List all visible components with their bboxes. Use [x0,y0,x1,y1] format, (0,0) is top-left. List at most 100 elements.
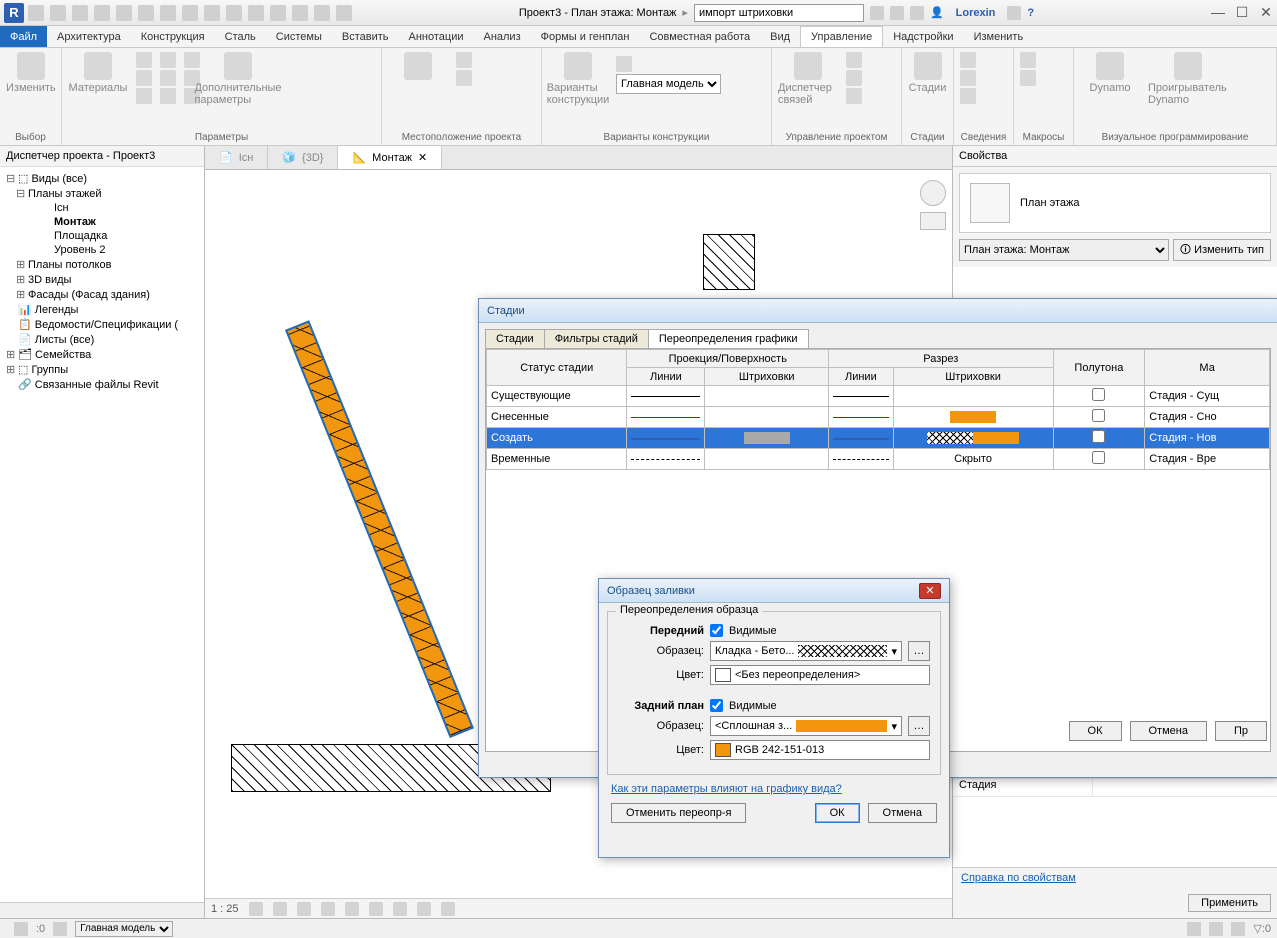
star-icon[interactable] [910,6,924,20]
apply-button[interactable]: Пр [1215,721,1267,741]
maximize-button[interactable]: ☐ [1235,4,1249,21]
phases-button[interactable]: Стадии [908,52,947,94]
navwheel-icon[interactable] [920,180,946,206]
qat-icon[interactable] [138,5,154,21]
sb-icon[interactable] [14,922,28,936]
tab-modify[interactable]: Изменить [964,26,1034,47]
qat-icon[interactable] [116,5,132,21]
apply-button[interactable]: Применить [1188,894,1271,912]
tree-item[interactable]: Уровень 2 [2,243,202,257]
materials-button[interactable]: Материалы [68,52,128,94]
qat-icon[interactable] [28,5,44,21]
tab-addins[interactable]: Надстройки [883,26,963,47]
scale-label[interactable]: 1 : 25 [211,903,239,915]
vc-icon[interactable] [297,902,311,916]
tab-steel[interactable]: Сталь [215,26,266,47]
qat-icon[interactable] [314,5,330,21]
close-button[interactable]: ✕ [1259,4,1273,21]
param-stack[interactable] [136,52,152,104]
search-input[interactable] [694,4,864,22]
qat-icon[interactable] [160,5,176,21]
tab-insert[interactable]: Вставить [332,26,399,47]
tab-struct[interactable]: Конструкция [131,26,215,47]
edit-type-button[interactable]: 🛈 Изменить тип [1173,239,1271,261]
tree-item-active[interactable]: Монтаж [2,215,202,229]
qat-icon[interactable] [226,5,242,21]
vc-icon[interactable] [393,902,407,916]
front-pattern-field[interactable]: Кладка - Бето...▾ [710,641,902,661]
qat-icon[interactable] [182,5,198,21]
phases-tab[interactable]: Стадии [485,329,545,348]
tab-massing[interactable]: Формы и генплан [531,26,640,47]
instance-select[interactable]: План этажа: Монтаж [959,239,1169,261]
cancel-button[interactable]: Отмена [1130,721,1207,741]
tab-collab[interactable]: Совместная работа [639,26,760,47]
navbar-icon[interactable] [920,212,946,230]
qat-icon[interactable] [72,5,88,21]
vc-icon[interactable] [369,902,383,916]
workset-select[interactable]: Главная модель [75,921,173,937]
tab-analyze[interactable]: Анализ [473,26,530,47]
back-color-field[interactable]: RGB 242-151-013 [710,740,930,760]
tab-systems[interactable]: Системы [266,26,332,47]
view-tab[interactable]: 📄 Існ [205,146,268,169]
dynamo-button[interactable]: Dynamo [1080,52,1140,94]
quick-access-toolbar[interactable] [28,5,352,21]
browser-scrollbar[interactable] [0,902,204,918]
qat-icon[interactable] [50,5,66,21]
vc-icon[interactable] [273,902,287,916]
key-icon[interactable] [890,6,904,20]
dynamo-player-button[interactable]: Проигрыватель Dynamo [1148,52,1228,106]
vc-icon[interactable] [249,902,263,916]
user-name[interactable]: Lorexin [956,7,996,19]
tab-arch[interactable]: Архитектура [47,26,131,47]
sb-icon[interactable] [1231,922,1245,936]
design-options-button[interactable]: Варианты конструкции [548,52,608,106]
overrides-table[interactable]: Статус стадии Проекция/Поверхность Разре… [486,349,1270,470]
minimize-button[interactable]: — [1211,4,1225,21]
ok-button[interactable]: ОК [815,803,860,823]
vc-icon[interactable] [345,902,359,916]
sb-icon[interactable] [1209,922,1223,936]
pattern-browse-button[interactable]: … [908,641,930,661]
vc-icon[interactable] [417,902,431,916]
reset-overrides-button[interactable]: Отменить переопр-я [611,803,746,823]
help-icon[interactable]: ? [1027,7,1034,19]
view-tab-active[interactable]: 📐 Монтаж ✕ [338,146,442,169]
tree-item[interactable]: Площадка [2,229,202,243]
qat-icon[interactable] [270,5,286,21]
back-visible-checkbox[interactable] [710,699,723,712]
sb-icon[interactable] [53,922,67,936]
links-manager-button[interactable]: Диспетчер связей [778,52,838,106]
tree-item[interactable]: Існ [2,201,202,215]
tab-annot[interactable]: Аннотации [399,26,474,47]
qat-icon[interactable] [204,5,220,21]
close-icon[interactable]: ✕ [919,583,941,599]
project-tree[interactable]: ⊟⬚ Виды (все) ⊟Планы этажей Існ Монтаж П… [0,167,204,902]
sb-icon[interactable] [1187,922,1201,936]
back-pattern-field[interactable]: <Сплошная з...▾ [710,716,902,736]
tab-view[interactable]: Вид [760,26,800,47]
modify-button[interactable]: Изменить [6,52,56,94]
param-stack2[interactable] [160,52,176,104]
tab-file[interactable]: Файл [0,26,47,47]
graphic-overrides-tab[interactable]: Переопределения графики [648,329,809,348]
view-tab[interactable]: 🧊 {3D} [268,146,338,169]
qat-icon[interactable] [292,5,308,21]
tab-manage[interactable]: Управление [800,26,883,47]
qat-icon[interactable] [336,5,352,21]
location-button[interactable] [388,52,448,82]
cancel-button[interactable]: Отмена [868,803,937,823]
vc-icon[interactable] [441,902,455,916]
design-option-select[interactable]: Главная модель [616,74,721,94]
front-visible-checkbox[interactable] [710,624,723,637]
qat-icon[interactable] [248,5,264,21]
front-color-field[interactable]: <Без переопределения> [710,665,930,685]
vc-icon[interactable] [321,902,335,916]
close-tab-icon[interactable]: ✕ [418,151,427,164]
cart-icon[interactable] [1007,6,1021,20]
filter-count[interactable]: ▽:0 [1253,922,1271,935]
properties-help-link[interactable]: Справка по свойствам [953,867,1277,888]
ok-button[interactable]: ОК [1069,721,1122,741]
help-link[interactable]: Как эти параметры влияют на графику вида… [599,783,949,795]
